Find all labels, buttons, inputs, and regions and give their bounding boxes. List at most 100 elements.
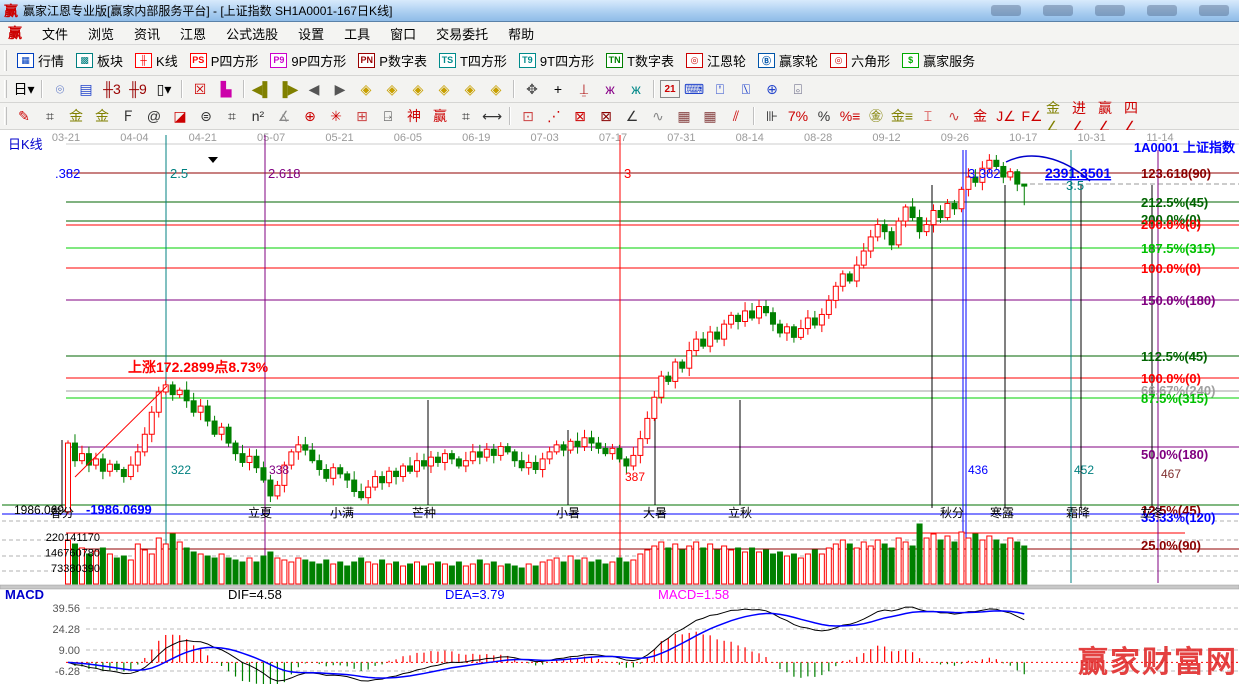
print-icon[interactable]: ⌻	[786, 78, 810, 100]
gold-grid1-icon[interactable]: 金	[64, 105, 88, 127]
kline-chart-canvas[interactable]: 03-2104-0404-2105-0705-2106-0506-1907-03…	[0, 130, 1239, 685]
menu-item-4[interactable]: 公式选股	[216, 22, 288, 45]
menu-item-0[interactable]: 文件	[32, 22, 78, 45]
ying-grid-icon[interactable]: 赢	[428, 105, 452, 127]
toolbar-grip[interactable]	[4, 80, 7, 98]
menu-item-8[interactable]: 交易委托	[426, 22, 498, 45]
wave-lines-icon[interactable]: ∿	[942, 105, 966, 127]
candle-pencil-icon[interactable]: ⌶	[916, 105, 940, 127]
9p-square-button[interactable]: P99P四方形	[264, 49, 352, 72]
gold-lines-icon[interactable]: 金≡	[890, 105, 914, 127]
gann-wheel-button[interactable]: ◎江恩轮	[680, 49, 752, 72]
dense-grid-icon[interactable]: ▦	[672, 105, 696, 127]
gold-angle-icon[interactable]: 金∠	[1046, 105, 1070, 127]
fan-box-icon[interactable]: ⊠	[568, 105, 592, 127]
candle-dropdown[interactable]: ▯▾	[152, 78, 176, 100]
f-grid-icon[interactable]: Ｆ	[116, 105, 140, 127]
pencil-icon[interactable]: ✎	[12, 105, 36, 127]
menu-item-5[interactable]: 设置	[288, 22, 334, 45]
fan-lines-icon[interactable]: ⋰	[542, 105, 566, 127]
chart-area[interactable]: 03-2104-0404-2105-0705-2106-0506-1907-03…	[0, 130, 1239, 685]
t-square-button[interactable]: TST四方形	[433, 49, 513, 72]
angle-icon[interactable]: ∡	[272, 105, 296, 127]
save-icon[interactable]: ⍂	[734, 78, 758, 100]
step-back-icon[interactable]: ◀	[302, 78, 326, 100]
box-tool-icon[interactable]: ⊡	[516, 105, 540, 127]
pin-tool-icon[interactable]: ⍊	[572, 78, 596, 100]
hexagon-button[interactable]: ◎六角形	[824, 49, 896, 72]
calendar-icon[interactable]: 21	[660, 80, 680, 98]
t-table-button[interactable]: TNT数字表	[600, 49, 680, 72]
circle-grid-icon[interactable]: ⊜	[194, 105, 218, 127]
eraser-icon[interactable]: ◪	[168, 105, 192, 127]
web-icon[interactable]: ⌾	[48, 78, 72, 100]
si-angle-icon[interactable]: 四∠	[1124, 105, 1148, 127]
grid-icon[interactable]: ⌗	[38, 105, 62, 127]
gold-red-icon[interactable]: 金	[968, 105, 992, 127]
dense-grid2-icon[interactable]: ▦	[698, 105, 722, 127]
f-angle-icon[interactable]: F∠	[1020, 105, 1044, 127]
fan-box2-icon[interactable]: ⊠	[594, 105, 618, 127]
hist-tool-icon[interactable]: ⊪	[760, 105, 784, 127]
zigzag-icon[interactable]: ∿	[646, 105, 670, 127]
j-angle-icon[interactable]: J∠	[994, 105, 1018, 127]
wave-purple-icon[interactable]: ж	[598, 78, 622, 100]
pct7-icon[interactable]: 7%	[786, 105, 810, 127]
pct-lines-icon[interactable]: %≡	[838, 105, 862, 127]
hash-grid-icon[interactable]: ⌗	[220, 105, 244, 127]
target-red-icon[interactable]: ⊕	[298, 105, 322, 127]
toolbar-grip[interactable]	[4, 107, 7, 125]
9t-square-button[interactable]: T99T四方形	[513, 49, 600, 72]
gann-diamond-both-icon[interactable]: ◈	[406, 78, 430, 100]
info-board-icon[interactable]: ▤	[74, 78, 98, 100]
skip-end-icon[interactable]: ▐▶	[276, 78, 300, 100]
menu-item-1[interactable]: 浏览	[78, 22, 124, 45]
chart3-icon[interactable]: ╫3	[100, 78, 124, 100]
p-square-button[interactable]: PSP四方形	[184, 49, 265, 72]
kline-button[interactable]: ╫K线	[129, 49, 184, 72]
step-forward-icon[interactable]: ▶	[328, 78, 352, 100]
gold-circle-icon[interactable]: ㊎	[864, 105, 888, 127]
wave-teal-icon[interactable]: ж	[624, 78, 648, 100]
notepad-icon[interactable]: ⍞	[708, 78, 732, 100]
ying-angle-icon[interactable]: 赢∠	[1098, 105, 1122, 127]
shen-grid-icon[interactable]: 神	[402, 105, 426, 127]
gann-diamond-out-icon[interactable]: ◈	[458, 78, 482, 100]
gann-diamond-left-icon[interactable]: ◈	[354, 78, 378, 100]
sectors-button[interactable]: ▩板块	[70, 49, 129, 72]
p-table-button[interactable]: PNP数字表	[352, 49, 433, 72]
gann-diamond-all-icon[interactable]: ◈	[484, 78, 508, 100]
menu-item-6[interactable]: 工具	[334, 22, 380, 45]
pan-hand-icon[interactable]: ✥	[520, 78, 544, 100]
width-measure-icon[interactable]: ⟷	[480, 105, 504, 127]
web-grid-icon[interactable]: ⊞	[350, 105, 374, 127]
toolbar-grip[interactable]	[4, 50, 7, 71]
winner-wheel-button[interactable]: Ⓑ赢家轮	[752, 49, 824, 72]
gann-diamond-in-icon[interactable]: ◈	[432, 78, 456, 100]
pct-icon[interactable]: %	[812, 105, 836, 127]
flag-chart-icon[interactable]: ▙	[214, 78, 238, 100]
calculator-icon[interactable]: ⌨	[682, 78, 706, 100]
star-wheel-icon[interactable]: ✳	[324, 105, 348, 127]
chips-icon[interactable]: ☒	[188, 78, 212, 100]
period-day-dropdown[interactable]: 日▾	[12, 78, 36, 100]
angle-lines-icon[interactable]: ∠	[620, 105, 644, 127]
winner-service-button[interactable]: $赢家服务	[896, 49, 981, 72]
chart9-icon[interactable]: ╫9	[126, 78, 150, 100]
ruler-grid-icon[interactable]: ⍈	[376, 105, 400, 127]
n2-icon[interactable]: n²	[246, 105, 270, 127]
menu-item-7[interactable]: 窗口	[380, 22, 426, 45]
jin-angle-icon[interactable]: 进∠	[1072, 105, 1096, 127]
globe-files-icon[interactable]: ⊕	[760, 78, 784, 100]
spiral-icon[interactable]: @	[142, 105, 166, 127]
gann-diamond-right-icon[interactable]: ◈	[380, 78, 404, 100]
menu-item-3[interactable]: 江恩	[170, 22, 216, 45]
gold-grid2-icon[interactable]: 金	[90, 105, 114, 127]
skip-start-icon[interactable]: ◀▌	[250, 78, 274, 100]
quotes-button[interactable]: ▦行情	[11, 49, 70, 72]
parallel-icon[interactable]: ⫽	[724, 105, 748, 127]
menu-item-9[interactable]: 帮助	[498, 22, 544, 45]
crosshair-icon[interactable]: +	[546, 78, 570, 100]
menu-item-2[interactable]: 资讯	[124, 22, 170, 45]
scale-grid-icon[interactable]: ⌗	[454, 105, 478, 127]
